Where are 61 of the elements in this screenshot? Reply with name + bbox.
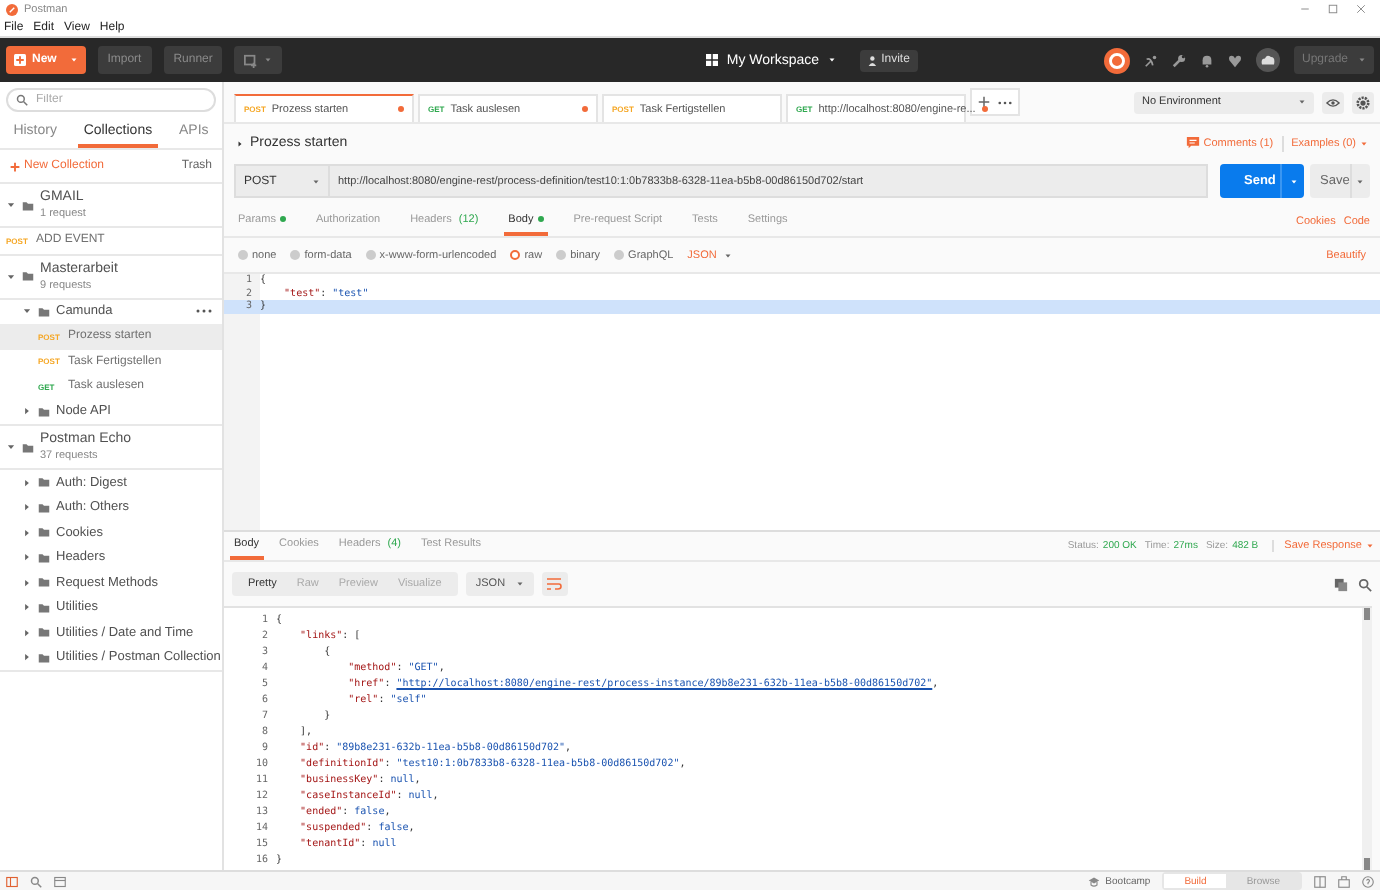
gear-icon <box>1356 95 1370 109</box>
scrollbar[interactable] <box>1362 608 1372 870</box>
grid-icon <box>706 54 719 66</box>
search-icon[interactable] <box>1358 577 1372 591</box>
folder-icon <box>22 270 34 282</box>
caret-icon[interactable] <box>22 577 32 588</box>
radio-button[interactable] <box>238 250 248 260</box>
user-plus-icon <box>867 55 878 65</box>
console-icon[interactable] <box>54 875 66 887</box>
eye-icon <box>1326 95 1340 109</box>
plus-icon[interactable] <box>978 96 990 108</box>
caret-icon <box>1289 177 1297 185</box>
help-icon[interactable] <box>1362 875 1374 887</box>
caret-icon <box>312 177 320 185</box>
new-window-button[interactable] <box>234 46 283 74</box>
radio-button[interactable] <box>556 250 567 260</box>
caret-icon <box>1360 139 1368 147</box>
more-icon[interactable] <box>196 308 212 315</box>
window-icon <box>244 53 259 67</box>
caret-icon[interactable] <box>22 602 32 613</box>
radio-button[interactable] <box>365 250 376 260</box>
eye-button[interactable] <box>1322 91 1344 113</box>
cloud-icon[interactable] <box>1255 48 1280 72</box>
caret-icon <box>1298 98 1306 106</box>
folder-icon <box>38 305 50 318</box>
caret-icon[interactable] <box>6 442 16 452</box>
plus-icon <box>14 54 26 66</box>
bell-icon[interactable] <box>1199 53 1214 67</box>
caret-icon[interactable] <box>22 652 32 663</box>
caret-icon[interactable] <box>22 552 32 563</box>
caret-icon[interactable] <box>22 627 32 638</box>
caret-icon[interactable] <box>22 306 32 317</box>
search-icon[interactable] <box>30 875 42 887</box>
radio-button[interactable] <box>510 250 521 260</box>
folder-icon <box>22 199 34 211</box>
radio-button[interactable] <box>614 250 625 260</box>
close-icon[interactable] <box>1356 4 1366 14</box>
caret-icon <box>1358 56 1366 64</box>
satellite-icon[interactable] <box>1143 53 1158 67</box>
bootcamp-icon <box>1087 875 1100 887</box>
caret-icon[interactable] <box>6 200 16 210</box>
caret-icon[interactable] <box>22 527 32 538</box>
heart-icon[interactable] <box>1227 53 1242 67</box>
settings-button[interactable] <box>1352 91 1374 113</box>
copy-icon[interactable] <box>1334 577 1348 591</box>
comment-icon <box>1185 136 1200 150</box>
caret-icon[interactable] <box>22 502 32 513</box>
wrench-icon[interactable] <box>1171 53 1186 67</box>
maximize-icon[interactable] <box>1328 4 1338 14</box>
caret-icon <box>1366 542 1374 550</box>
folder-icon <box>22 441 34 453</box>
caret-icon[interactable] <box>22 477 32 488</box>
folder-icon <box>38 405 50 418</box>
sync-icon[interactable] <box>1103 47 1130 73</box>
caret-icon[interactable] <box>22 406 32 417</box>
caret-icon[interactable] <box>6 271 16 281</box>
plus-icon <box>10 161 20 171</box>
wrap-lines-icon <box>546 576 563 592</box>
more-icon[interactable] <box>998 99 1012 105</box>
sidebar-toggle-icon[interactable] <box>6 875 18 887</box>
radio-button[interactable] <box>290 250 301 260</box>
